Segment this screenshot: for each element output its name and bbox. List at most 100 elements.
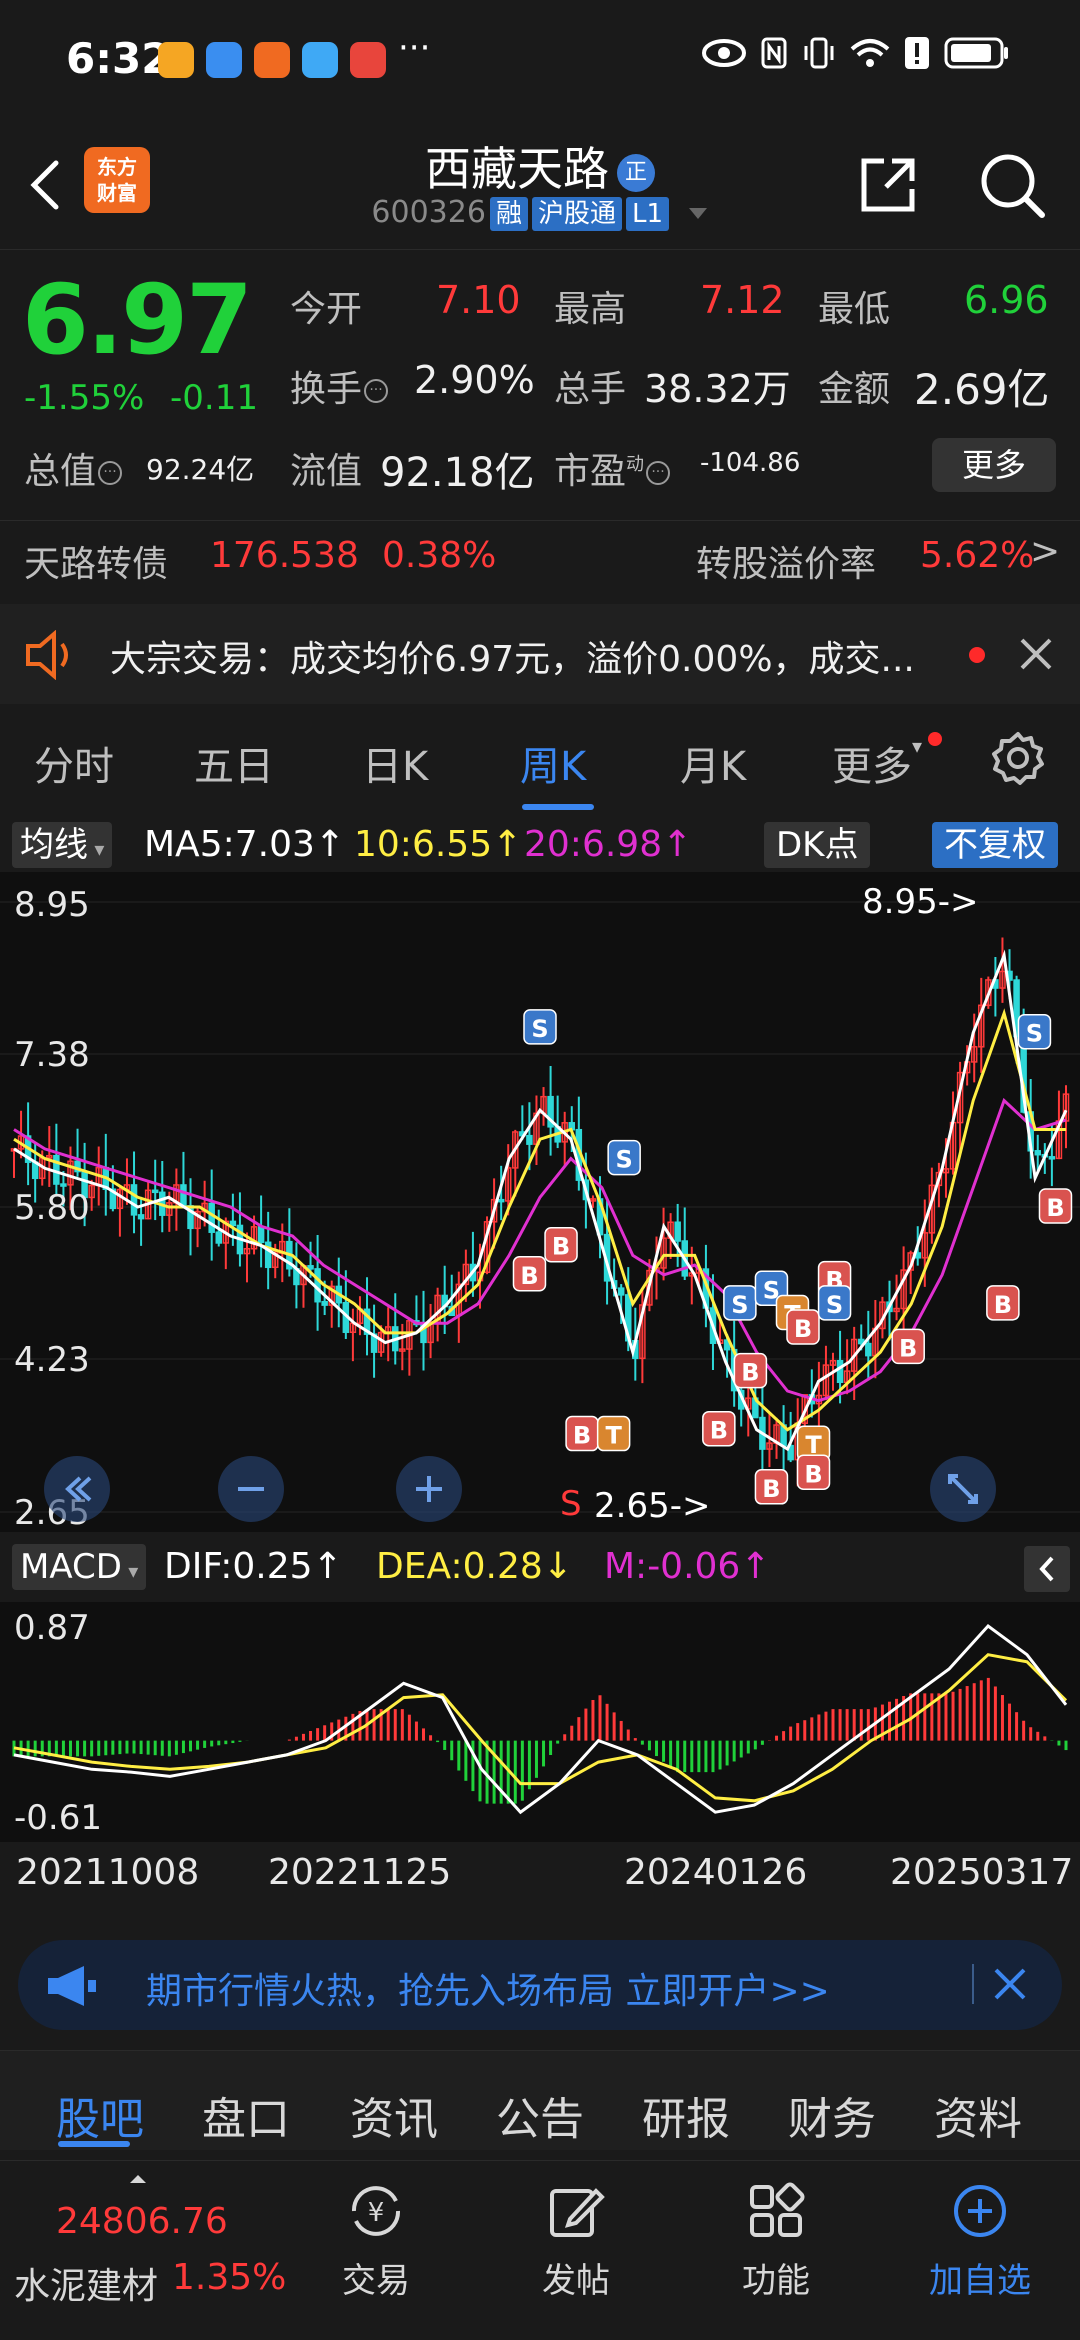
nav-post-label: 发帖	[542, 2261, 610, 2301]
ma-selector[interactable]: 均线 ▾	[12, 822, 113, 868]
search-icon[interactable]	[978, 151, 1046, 219]
tab-active-underline	[522, 804, 594, 810]
open-value: 7.10	[436, 278, 521, 322]
double-chevron-left-icon	[65, 1476, 92, 1502]
add-circle-icon	[954, 2185, 1006, 2237]
yuan-refresh-icon: ¥	[351, 2186, 401, 2236]
tab-intraday[interactable]: 分时	[34, 734, 114, 792]
megaphone-icon	[48, 1966, 96, 2006]
tab-order-book[interactable]: 盘口	[202, 2083, 290, 2147]
k-candle-body	[497, 1198, 505, 1203]
nav-add-watchlist[interactable]: 加自选	[910, 2181, 1050, 2302]
info-icon[interactable]: ···	[364, 379, 389, 403]
close-icon[interactable]	[1016, 634, 1056, 674]
turnover-value: 2.90%	[414, 358, 535, 402]
nav-trade[interactable]: ¥ 交易	[306, 2181, 446, 2302]
zoom-out-button[interactable]	[218, 1456, 284, 1522]
date-tick: 20250317	[890, 1852, 1074, 1893]
tab-profile[interactable]: 资料	[934, 2083, 1022, 2147]
volume-value: 38.32万	[644, 367, 791, 411]
tab-weekly-k[interactable]: 周K	[520, 734, 586, 792]
info-icon[interactable]: ···	[646, 461, 671, 485]
ma10-line	[13, 1008, 1066, 1432]
pe-label: 市盈动 ···	[554, 442, 671, 494]
macd-selector[interactable]: MACD ▾	[12, 1544, 147, 1590]
stock-name: 西藏天路	[425, 142, 609, 196]
gear-icon[interactable]	[990, 730, 1046, 786]
pe-dynamic-sup: 动	[626, 454, 645, 475]
macd-chart[interactable]: 0.87 -0.61	[0, 1602, 1080, 1842]
bond-pct: 0.38%	[382, 535, 497, 576]
weibo-app-icon	[158, 42, 194, 78]
no-adjust-button[interactable]: 不复权	[932, 822, 1058, 868]
sector-index-value[interactable]: 24806.76	[56, 2201, 228, 2242]
sector-name[interactable]: 水泥建材	[14, 2257, 158, 2309]
volume-label: 总手	[554, 369, 627, 410]
trade-mark-letter: B	[1046, 1194, 1064, 1222]
macd-lines	[13, 1623, 1068, 1815]
last-price: 6.97	[22, 264, 253, 376]
chart-period-tabs: 分时 五日 日K 周K 月K 更多▾	[0, 706, 1080, 816]
promo-banner[interactable]: 期市行情火热，抢先入场布局 立即开户>>	[18, 1940, 1062, 2030]
close-icon[interactable]	[988, 1962, 1032, 2006]
tab-more-label: 更多	[832, 744, 912, 790]
tab-more[interactable]: 更多▾	[832, 734, 922, 792]
k-candle-body	[60, 1183, 67, 1187]
wifi-icon	[850, 39, 890, 67]
promo-divider	[972, 1964, 974, 2004]
k-y-tick-label: 5.80	[14, 1188, 90, 1228]
bottom-bar: 24806.76 水泥建材 1.35% ¥ 交易 发帖 功能 加自选	[0, 2160, 1080, 2340]
tab-finance[interactable]: 财务	[788, 2083, 876, 2147]
convertible-bond-row[interactable]: 天路转债 176.538 0.38% 转股溢价率 5.62% >	[0, 520, 1080, 600]
macd-chart-svg	[12, 1623, 1068, 1815]
nav-functions[interactable]: 功能	[706, 2181, 846, 2302]
tab-news[interactable]: 资讯	[350, 2083, 438, 2147]
k-y-tick-label: 7.38	[14, 1035, 90, 1075]
scroll-left-button[interactable]	[44, 1456, 110, 1522]
collapse-button[interactable]	[1024, 1546, 1070, 1592]
ma-selector-label: 均线	[20, 825, 88, 865]
tag-margin: 融	[489, 197, 528, 231]
tab-daily-k[interactable]: 日K	[362, 734, 428, 792]
change-percent: -1.55%	[24, 378, 145, 418]
bond-premium-label: 转股溢价率	[696, 544, 877, 585]
status-time: 6:32	[66, 34, 171, 83]
share-icon[interactable]	[856, 153, 920, 217]
bond-value: 176.538	[210, 535, 359, 576]
tab-announcements[interactable]: 公告	[496, 2083, 584, 2147]
k-candle-body	[208, 1202, 215, 1233]
grid-icon	[750, 2182, 805, 2237]
tab-five-day[interactable]: 五日	[194, 734, 274, 792]
total-value-label: 总值 ···	[24, 442, 123, 494]
edit-icon	[550, 2188, 605, 2237]
tab-research[interactable]: 研报	[642, 2083, 730, 2147]
zheng-badge: 正	[617, 153, 655, 192]
k-chart-svg: SBBSBTBBSSTBBSTBBBBSB 8.957.385.804.232.…	[0, 885, 1080, 1533]
fullscreen-button[interactable]	[930, 1456, 996, 1522]
sector-change: 1.35%	[172, 2257, 287, 2298]
trade-mark-letter: B	[741, 1359, 759, 1387]
caret-down-icon: ▾	[121, 1559, 139, 1583]
caret-down-icon: ▾	[88, 837, 105, 861]
more-quote-button[interactable]: 更多	[932, 438, 1056, 492]
open-label: 今开	[290, 289, 363, 330]
zoom-in-button[interactable]	[396, 1456, 462, 1522]
quote-panel: 6.97 -1.55% -0.11 今开 7.10 最高 7.12 最低 6.9…	[0, 250, 1080, 510]
k-y-tick-label: 4.23	[14, 1340, 90, 1380]
dk-point-button[interactable]: DK点	[764, 822, 871, 868]
status-indicators	[702, 36, 1010, 70]
chevron-left-icon	[1039, 1556, 1054, 1582]
nav-functions-label: 功能	[742, 2261, 810, 2301]
k-candle-body	[526, 1134, 533, 1145]
info-icon[interactable]: ···	[98, 461, 123, 485]
amount-value: 2.69亿	[914, 365, 1050, 414]
tab-forum[interactable]: 股吧	[56, 2083, 144, 2147]
tab-monthly-k[interactable]: 月K	[680, 734, 746, 792]
nav-post[interactable]: 发帖	[506, 2181, 646, 2302]
k-candle-body	[865, 1342, 872, 1357]
caret-down-icon	[688, 207, 707, 219]
block-trade-notice[interactable]: 大宗交易：成交均价6.97元，溢价0.00%，成交...	[0, 604, 1080, 704]
weekly-k-chart[interactable]: SBBSBTBBSSTBBSTBBBBSB 8.957.385.804.232.…	[0, 872, 1080, 1533]
ma5-value: MA5:7.03↑	[144, 824, 346, 865]
trade-mark-letter: S	[616, 1146, 633, 1174]
